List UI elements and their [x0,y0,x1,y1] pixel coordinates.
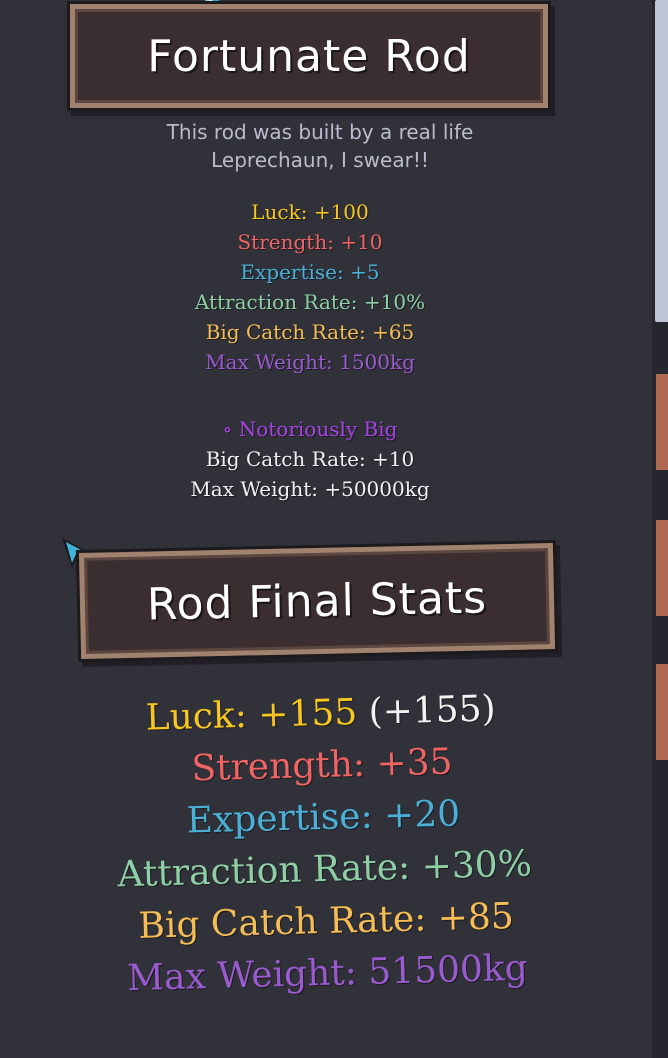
stat-big-catch-rate: Big Catch Rate: +65 [60,317,560,347]
stat-value: 1500kg [339,350,415,374]
modifier-bullet-icon: ∘ [222,417,233,441]
side-panel-edge [656,664,668,760]
stat-value: +30% [421,843,533,888]
stat-value: 51500kg [367,947,529,993]
stat-value: +20 [383,793,461,837]
modifier-stat: Big Catch Rate: +10 [60,444,560,474]
modifier-stat: Max Weight: +50000kg [60,474,560,504]
stat-extra: (+155) [368,688,497,733]
stat-label: Big Catch Rate: [137,898,427,947]
side-panel-edge [656,374,668,470]
stat-label: Luck: [145,694,248,739]
rod-title-banner: Fortunate Rod [70,4,548,108]
stat-value: +10% [363,290,426,314]
stat-max-weight: Max Weight: 1500kg [60,347,560,377]
stat-value: +100 [313,200,369,224]
rod-title: Fortunate Rod [147,30,471,82]
stat-label: Strength: [190,743,366,790]
stat-label: Big Catch Rate: [205,320,366,344]
stat-label: Attraction Rate: [194,290,358,314]
stat-value: +10 [372,447,415,471]
stat-value: +65 [372,320,415,344]
stat-luck: Luck: +100 [60,197,560,227]
side-panel-edge [656,520,668,616]
modifier-title: Notoriously Big [238,417,398,441]
rod-description-line: This rod was built by a real life [166,120,474,144]
stat-strength: Strength: +10 [60,227,560,257]
stat-label: Strength: [237,230,334,254]
rod-description: This rod was built by a real life Leprec… [60,118,580,174]
stat-label: Max Weight: [205,350,333,374]
rod-description-line: Leprechaun, I swear!! [211,148,429,172]
stat-label: Attraction Rate: [117,846,411,896]
stat-attraction-rate: Attraction Rate: +10% [60,287,560,317]
stat-label: Expertise: [240,260,344,284]
stat-value: +50000kg [324,477,430,501]
rod-base-stats: Luck: +100 Strength: +10 Expertise: +5 A… [60,197,560,377]
stat-value: +5 [350,260,380,284]
final-stats-banner: Rod Final Stats [78,543,556,659]
scrollbar-thumb[interactable] [655,0,668,322]
stat-label: Max Weight: [126,952,358,1000]
rod-modifier: ∘ Notoriously Big Big Catch Rate: +10 Ma… [60,414,560,504]
stat-label: Luck: [251,200,308,224]
stat-value: +10 [340,230,383,254]
stat-label: Big Catch Rate: [205,447,366,471]
stat-label: Max Weight: [190,477,318,501]
stat-value: +85 [437,896,515,939]
final-stats-list: Luck: +155 (+155) Strength: +35 Expertis… [40,681,608,1008]
stat-value: +155 [257,692,358,736]
stat-label: Expertise: [186,795,374,842]
stat-value: +35 [376,741,454,785]
stat-expertise: Expertise: +5 [60,257,560,287]
final-stats-title: Rod Final Stats [146,571,488,631]
modifier-name: ∘ Notoriously Big [60,414,560,444]
